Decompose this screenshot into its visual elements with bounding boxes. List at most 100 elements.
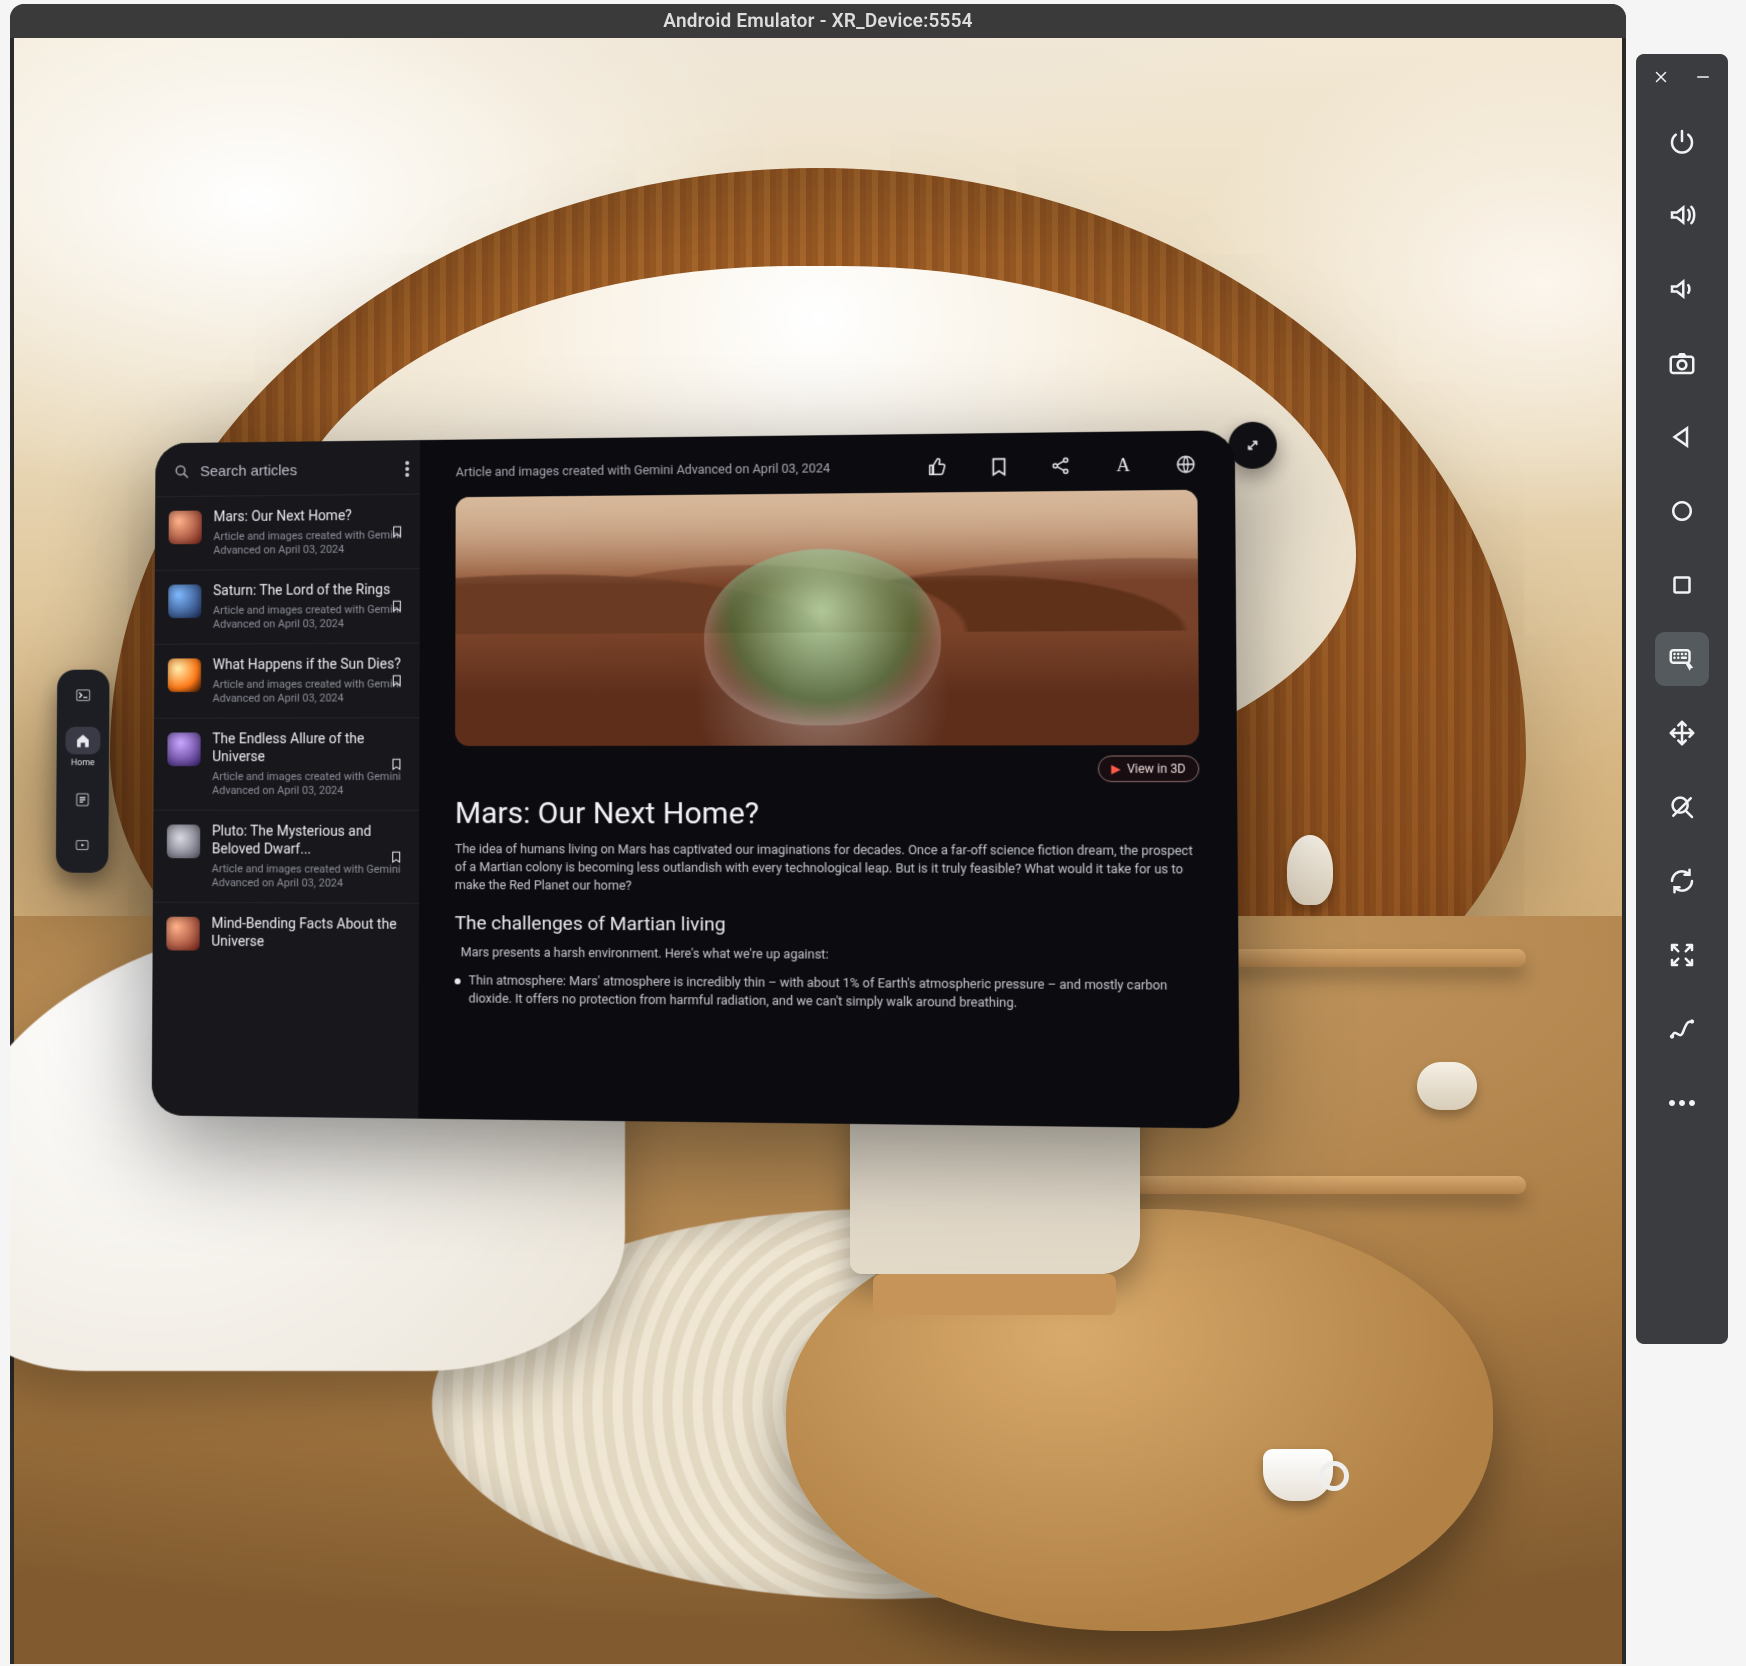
move-button[interactable] (1655, 706, 1709, 760)
article-hero-image (455, 490, 1199, 746)
article-thumbnail (167, 825, 200, 859)
overview-button[interactable] (1655, 558, 1709, 612)
bookmark-button[interactable] (385, 846, 407, 868)
article-list-icon (74, 791, 92, 809)
room-cup (1263, 1449, 1333, 1501)
expand-icon (1243, 436, 1262, 455)
nav-videos[interactable] (56, 831, 109, 859)
video-library-icon (73, 836, 91, 854)
window-title: Android Emulator - XR_Device:5554 (10, 4, 1626, 38)
home-button[interactable] (1655, 484, 1709, 538)
bookmark-button[interactable] (386, 520, 408, 542)
list-item-text: Pluto: The Mysterious and Beloved Dwarf.… (212, 823, 406, 891)
article-thumbnail (169, 511, 202, 545)
nav-articles[interactable] (56, 786, 109, 814)
like-button[interactable] (926, 456, 949, 478)
list-item-text: Saturn: The Lord of the Rings Article an… (213, 581, 406, 632)
overview-square-icon (1667, 570, 1697, 600)
bullet-dot-icon (455, 978, 461, 984)
list-item-sub: Article and images created with Gemini A… (213, 677, 406, 705)
list-item-title: The Endless Allure of the Universe (212, 730, 405, 766)
article-byline: Article and images created with Gemini A… (456, 460, 891, 480)
bookmark-button[interactable] (386, 669, 408, 691)
view-3d-label: View in 3D (1127, 762, 1186, 776)
list-item-sub: Article and images created with Gemini A… (212, 770, 405, 798)
minimize-window-button[interactable] (1692, 66, 1714, 88)
xr-app-surface: Mars: Our Next Home? Article and images … (152, 430, 1240, 1128)
hero-mountains (455, 490, 1198, 634)
close-window-button[interactable] (1650, 66, 1672, 88)
search-input[interactable] (200, 461, 395, 480)
route-button[interactable] (1655, 1002, 1709, 1056)
list-item[interactable]: Mind-Bending Facts About the Universe (153, 902, 419, 964)
nav-terminal[interactable] (57, 681, 109, 709)
language-button[interactable] (1174, 453, 1197, 476)
list-item-title: What Happens if the Sun Dies? (213, 656, 406, 675)
close-icon (1652, 68, 1670, 86)
list-item[interactable]: Pluto: The Mysterious and Beloved Dwarf.… (153, 810, 419, 903)
xr-app-panel: Home (152, 430, 1240, 1128)
more-button[interactable] (1655, 1076, 1709, 1130)
list-item-text: What Happens if the Sun Dies? Article an… (213, 656, 406, 706)
path-icon (1667, 1014, 1697, 1044)
view-3d-button[interactable]: ▶ View in 3D (1097, 755, 1199, 782)
back-icon (1667, 422, 1697, 452)
volume-down-button[interactable] (1655, 262, 1709, 316)
article-bullet: Thin atmosphere: Mars' atmosphere is inc… (455, 972, 1201, 1014)
list-item-title: Pluto: The Mysterious and Beloved Dwarf.… (212, 823, 405, 859)
article-section-heading: The challenges of Martian living (455, 911, 1201, 938)
list-item-text: The Endless Allure of the Universe Artic… (212, 730, 405, 798)
volume-up-icon (1667, 200, 1697, 230)
article-paragraph: Mars presents a harsh environment. Here'… (461, 944, 1201, 967)
nav-home[interactable]: Home (57, 727, 110, 768)
article-title: Mars: Our Next Home? (455, 796, 1200, 832)
bookmark-button[interactable] (988, 455, 1011, 477)
bookmark-button[interactable] (386, 753, 408, 775)
minimize-icon (1694, 68, 1712, 86)
list-item-sub: Article and images created with Gemini A… (213, 603, 406, 632)
move-icon (1667, 718, 1697, 748)
camera-icon (1667, 348, 1697, 378)
search-row (155, 440, 420, 496)
room-vase (1287, 835, 1333, 905)
screenshot-button[interactable] (1655, 336, 1709, 390)
article-actions: A (926, 453, 1197, 478)
home-icon (74, 732, 92, 750)
back-button[interactable] (1655, 410, 1709, 464)
xr-viewport: Home (14, 38, 1622, 1664)
power-icon (1667, 126, 1697, 156)
volume-up-button[interactable] (1655, 188, 1709, 242)
font-size-button[interactable]: A (1112, 454, 1135, 477)
emulator-window-controls (1636, 66, 1728, 94)
collapse-button[interactable] (1655, 928, 1709, 982)
bookmark-button[interactable] (386, 595, 408, 617)
input-mode-button[interactable] (1655, 632, 1709, 686)
list-item-title: Saturn: The Lord of the Rings (213, 581, 406, 600)
article-list[interactable]: Mars: Our Next Home? Article and images … (152, 494, 420, 1119)
rotate-icon (1667, 866, 1697, 896)
article-thumbnail (168, 658, 201, 692)
home-circle-icon (1667, 496, 1697, 526)
article-thumbnail (166, 917, 199, 951)
keyboard-mouse-icon (1667, 644, 1697, 674)
list-item-title: Mars: Our Next Home? (213, 507, 406, 527)
article-thumbnail (167, 732, 200, 766)
list-item[interactable]: What Happens if the Sun Dies? Article an… (154, 643, 420, 718)
share-icon (1050, 454, 1073, 477)
overflow-menu-button[interactable] (405, 454, 409, 484)
list-item[interactable]: Mars: Our Next Home? Article and images … (155, 494, 420, 570)
article-main[interactable]: Article and images created with Gemini A… (418, 430, 1239, 1128)
room-vase (1417, 1062, 1477, 1110)
list-item-text: Mars: Our Next Home? Article and images … (213, 507, 406, 558)
share-button[interactable] (1050, 454, 1073, 477)
volume-down-icon (1667, 274, 1697, 304)
article-bullet-text: Thin atmosphere: Mars' atmosphere is inc… (469, 972, 1201, 1014)
bookmark-icon (390, 522, 404, 540)
font-size-icon: A (1116, 454, 1130, 475)
zoom-disabled-icon (1667, 792, 1697, 822)
list-item[interactable]: The Endless Allure of the Universe Artic… (153, 717, 419, 810)
zoom-button[interactable] (1655, 780, 1709, 834)
rotate-button[interactable] (1655, 854, 1709, 908)
power-button[interactable] (1655, 114, 1709, 168)
list-item[interactable]: Saturn: The Lord of the Rings Article an… (154, 568, 419, 644)
